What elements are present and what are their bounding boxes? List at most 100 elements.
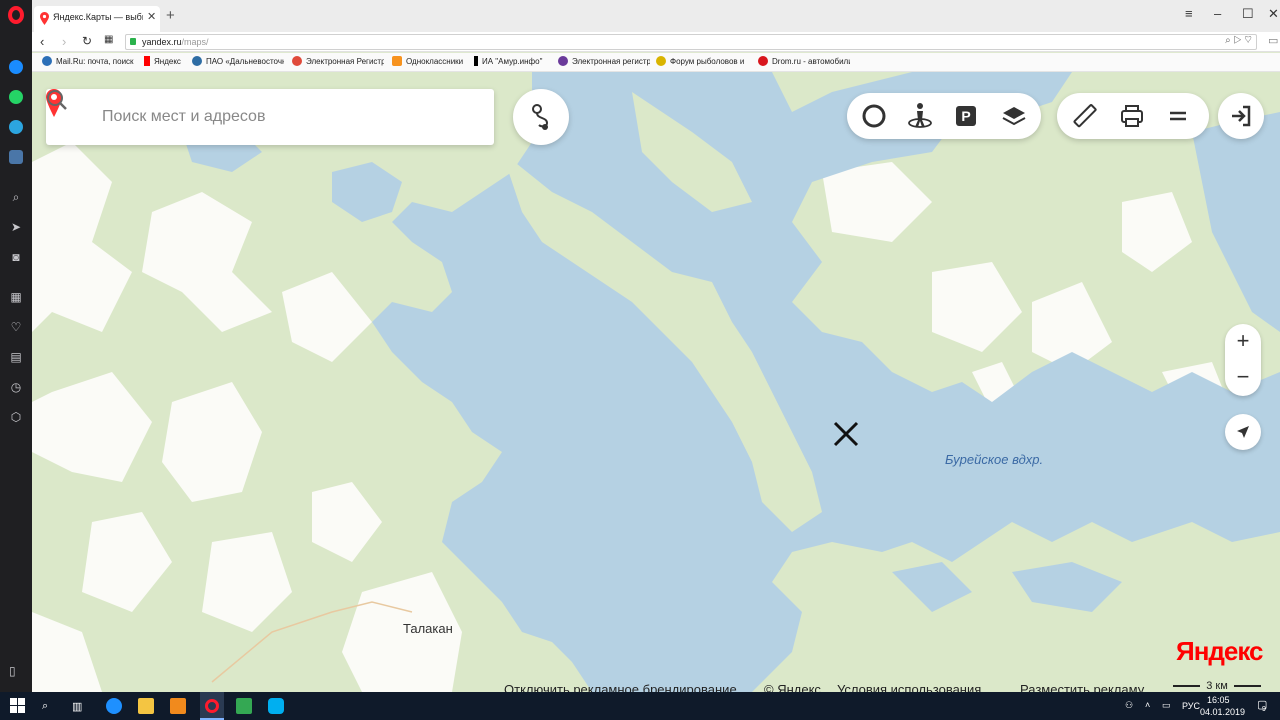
print-button[interactable]: [1109, 93, 1155, 139]
yandex-logo[interactable]: Яндекс: [1176, 636, 1263, 667]
route-button[interactable]: [513, 89, 569, 145]
url-actions: ⌕ ▷ ♡: [1225, 35, 1252, 46]
bookmark-fishing-forum[interactable]: Форум рыболовов и: [656, 56, 748, 69]
search-box: [46, 89, 494, 145]
svg-text:P: P: [961, 108, 970, 124]
notification-count: 9: [1262, 706, 1266, 713]
tab-title: Яндекс.Карты — выбирайте: [53, 12, 143, 22]
news-icon[interactable]: ▤: [9, 350, 23, 364]
bookmark-eregistry-2[interactable]: Электронная регистр.: [558, 56, 650, 69]
maximize-icon[interactable]: ☐: [1242, 6, 1254, 22]
search-sidebar-icon[interactable]: ⌕: [9, 190, 23, 204]
parking-button[interactable]: P: [943, 93, 989, 139]
windows-start-icon[interactable]: [10, 698, 26, 714]
map-layers-button[interactable]: [991, 93, 1037, 139]
bookmark-amurinfo[interactable]: ИА "Амур.инфо": [474, 56, 554, 69]
tab-close-icon[interactable]: ✕: [147, 10, 156, 23]
bookmark-drom[interactable]: Drom.ru - автомобили: [758, 56, 850, 69]
input-language[interactable]: РУС: [1182, 701, 1200, 711]
traffic-icon: [862, 104, 886, 128]
bookmark-odnoklassniki[interactable]: Одноклассники: [392, 56, 470, 69]
printer-icon: [1121, 105, 1143, 127]
speed-dial-button-icon[interactable]: ▦: [104, 34, 113, 45]
media-player-icon[interactable]: [170, 698, 186, 714]
file-explorer-icon[interactable]: [138, 698, 154, 714]
ruler-icon: [1073, 104, 1097, 128]
bookmark-label: Форум рыболовов и: [670, 57, 745, 66]
ruler-button[interactable]: [1061, 93, 1107, 139]
bookmarks-bar: Mail.Ru: почта, поиск Яндекс ПАО «Дальне…: [32, 53, 1280, 72]
bookmark-yandex[interactable]: Яндекс: [144, 56, 190, 69]
screen: ⌕ ➤ ◙ ▦ ♡ ▤ ◷ ⬡ ▯ Яндекс.Карты — выбирай…: [0, 0, 1280, 720]
skype-icon[interactable]: [268, 698, 284, 714]
bookmark-fishing-icon: [656, 56, 666, 66]
telegram-icon[interactable]: [9, 120, 23, 134]
messenger-icon[interactable]: [9, 60, 23, 74]
sidebar-toggle-icon[interactable]: ▯: [9, 664, 23, 678]
search-icon[interactable]: [46, 89, 68, 111]
terms-link[interactable]: Условия использования: [837, 682, 981, 692]
photos-app-icon[interactable]: [236, 698, 252, 714]
camera-icon[interactable]: ◙: [9, 250, 23, 264]
menu-button[interactable]: [1155, 93, 1201, 139]
bookmark-pao[interactable]: ПАО «Дальневосточная: [192, 56, 284, 69]
clock-date[interactable]: 04.01.2019: [1200, 707, 1245, 717]
map-scale: 3 км: [1172, 680, 1262, 692]
tray-expand-icon[interactable]: ˄: [1145, 700, 1150, 710]
opera-taskbar-button[interactable]: [200, 692, 224, 720]
bookmark-label: Drom.ru - автомобили: [772, 57, 850, 66]
zoom-out-button[interactable]: −: [1225, 360, 1261, 396]
snapshot-icon[interactable]: ▷: [1234, 35, 1242, 46]
advertise-link[interactable]: Разместить рекламу: [1020, 682, 1144, 692]
bookmark-heart-icon[interactable]: ♡: [1244, 35, 1252, 46]
tools-toolbar: [1057, 93, 1209, 139]
url-path: /maps/: [181, 37, 209, 47]
close-window-icon[interactable]: ✕: [1268, 6, 1279, 22]
bookmark-label: ИА "Амур.инфо": [482, 57, 543, 66]
clock-time[interactable]: 16:05: [1207, 695, 1230, 705]
settlement-label: Талакан: [403, 621, 453, 636]
taskbar-search-icon[interactable]: ⌕: [42, 700, 48, 713]
heart-icon[interactable]: ♡: [9, 320, 23, 334]
speed-dial-icon[interactable]: ▦: [9, 290, 23, 304]
task-view-icon[interactable]: ▥: [72, 700, 82, 713]
reload-icon[interactable]: ↻: [82, 34, 92, 48]
taskbar: ⌕ ▥ ⚇ ˄ ▭ РУС 16:05 04.01.2019 ▢ 9: [0, 692, 1280, 720]
opera-sidebar: ⌕ ➤ ◙ ▦ ♡ ▤ ◷ ⬡ ▯: [0, 0, 32, 692]
send-icon[interactable]: ➤: [9, 220, 23, 234]
tab-yandex-maps[interactable]: Яндекс.Карты — выбирайте ✕: [34, 6, 160, 32]
bookmark-mailru-icon: [42, 56, 52, 66]
scale-label: 3 км: [1206, 680, 1228, 692]
people-icon[interactable]: ⚇: [1125, 700, 1133, 711]
extensions-icon[interactable]: ⬡: [9, 410, 23, 424]
bookmark-ok-icon: [392, 56, 402, 66]
network-icon[interactable]: ▭: [1162, 700, 1171, 711]
traffic-button[interactable]: [851, 93, 897, 139]
edge-icon[interactable]: [106, 698, 122, 714]
new-tab-button[interactable]: +: [166, 7, 175, 24]
opera-logo-icon[interactable]: [8, 6, 24, 24]
bookmark-mailru[interactable]: Mail.Ru: почта, поиск: [42, 56, 138, 69]
map-canvas[interactable]: P: [32, 72, 1280, 692]
url-text: yandex.ru/maps/: [142, 37, 209, 47]
panorama-button[interactable]: [897, 93, 943, 139]
back-icon[interactable]: ‹: [40, 34, 44, 49]
bookmark-eregistry-1[interactable]: Электронная Регистр.: [292, 56, 384, 69]
url-field[interactable]: yandex.ru/maps/ ⌕ ▷ ♡: [125, 34, 1257, 50]
geolocation-button[interactable]: [1225, 414, 1261, 450]
bookmark-label: Яндекс: [154, 57, 181, 66]
zoom-in-button[interactable]: +: [1225, 324, 1261, 360]
minimize-icon[interactable]: –: [1214, 6, 1221, 21]
vk-icon[interactable]: [9, 150, 23, 164]
disable-branding-link[interactable]: Отключить рекламное брендирование: [504, 682, 737, 692]
tab-menu-icon[interactable]: ≡: [1185, 6, 1193, 21]
login-button[interactable]: [1218, 93, 1264, 139]
whatsapp-icon[interactable]: [9, 90, 23, 104]
forward-icon[interactable]: ›: [62, 34, 66, 49]
search-url-icon[interactable]: ⌕: [1225, 35, 1231, 46]
search-input[interactable]: [102, 89, 432, 145]
history-icon[interactable]: ◷: [9, 380, 23, 394]
wallet-icon[interactable]: ▭: [1268, 34, 1278, 47]
tab-bar: Яндекс.Карты — выбирайте ✕ + ≡ – ☐ ✕: [32, 0, 1280, 32]
secure-lock-icon: [130, 38, 136, 45]
